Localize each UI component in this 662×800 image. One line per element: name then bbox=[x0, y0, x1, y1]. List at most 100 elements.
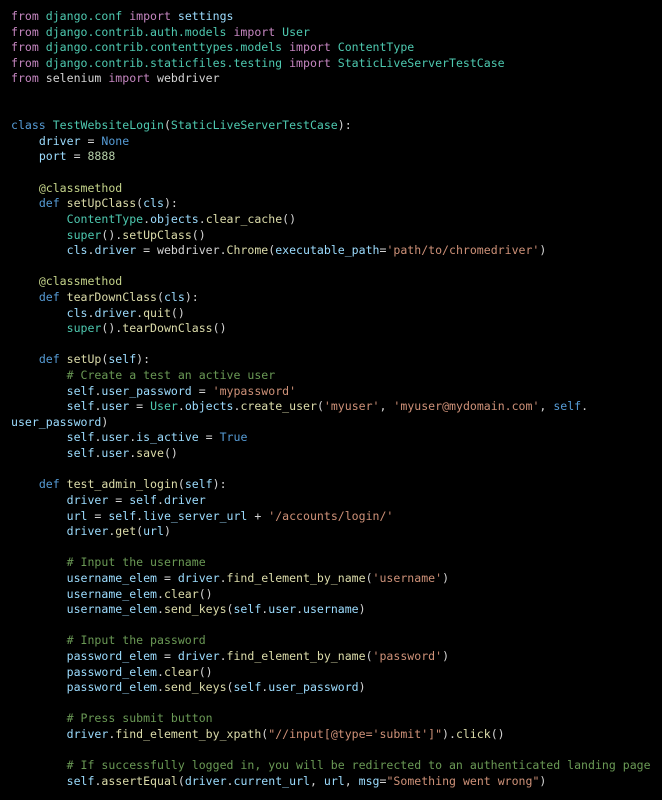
code-token: ) bbox=[163, 524, 171, 539]
code-token: objects bbox=[150, 211, 199, 226]
code-token: StaticLiveServerTestCase bbox=[337, 55, 505, 70]
code-line: driver.find_element_by_xpath("//input[@t… bbox=[11, 727, 651, 743]
code-token: , bbox=[379, 399, 394, 414]
code-token: import bbox=[289, 40, 331, 55]
code-token: cls bbox=[143, 196, 164, 211]
code-line: user_password) bbox=[11, 415, 651, 431]
code-token: self bbox=[108, 508, 137, 523]
code-token: ) bbox=[442, 648, 450, 663]
code-token: () bbox=[212, 321, 227, 336]
code-token: ( bbox=[177, 477, 185, 492]
code-token: . bbox=[157, 586, 164, 601]
code-token: username bbox=[303, 602, 359, 617]
code-token: # Press submit button bbox=[66, 711, 213, 726]
code-token: current_url bbox=[233, 773, 310, 788]
code-token: ContentType bbox=[66, 211, 144, 226]
code-token: ). bbox=[442, 727, 456, 742]
code-line: self.assertEqual(driver.current_url, url… bbox=[11, 774, 651, 790]
code-token: def bbox=[38, 196, 60, 211]
code-token: tearDownClass bbox=[66, 289, 157, 304]
code-token: ( bbox=[316, 399, 324, 414]
code-token: 'myuser' bbox=[323, 399, 380, 414]
code-token: self bbox=[66, 773, 95, 788]
code-token: find_element_by_name bbox=[226, 570, 366, 585]
code-token: User bbox=[150, 399, 178, 414]
code-token: 8888 bbox=[87, 149, 116, 164]
code-token: django.contrib.auth.models bbox=[45, 24, 227, 39]
code-line: password_elem = driver.find_element_by_n… bbox=[11, 649, 651, 665]
code-token: ) bbox=[101, 414, 109, 429]
code-token: = webdriver. bbox=[136, 243, 227, 258]
code-token: driver bbox=[94, 243, 137, 258]
code-token: . bbox=[219, 648, 227, 663]
code-line: # Create a test an active user bbox=[11, 368, 651, 384]
code-token: tearDownClass bbox=[122, 321, 213, 336]
code-token: 'myuser@mydomain.com' bbox=[393, 399, 540, 414]
code-line: # Input the password bbox=[11, 633, 651, 649]
code-token: . bbox=[157, 680, 164, 695]
code-token: , bbox=[309, 773, 324, 788]
code-token: "//input[@type='submit']" bbox=[268, 727, 443, 742]
code-token: get bbox=[115, 524, 137, 539]
code-token: (). bbox=[101, 227, 123, 242]
code-token: super bbox=[66, 227, 102, 242]
code-token: = bbox=[66, 149, 88, 164]
code-token: test_admin_login bbox=[66, 477, 178, 492]
code-token: . bbox=[219, 570, 227, 585]
code-token: def bbox=[38, 477, 60, 492]
code-line: cls.driver.quit() bbox=[11, 306, 651, 322]
code-token: self bbox=[233, 602, 262, 617]
code-token: create_user bbox=[240, 399, 317, 414]
code-token: ( bbox=[177, 773, 185, 788]
code-token: driver bbox=[163, 492, 206, 507]
code-token: user_password bbox=[268, 680, 359, 695]
code-token: clear_cache bbox=[205, 211, 283, 226]
code-token: url bbox=[143, 524, 164, 539]
code-editor[interactable]: from django.conf import settings from dja… bbox=[11, 9, 651, 789]
code-token: password_elem bbox=[66, 680, 157, 695]
code-token: TestWebsiteLogin bbox=[52, 118, 164, 133]
code-token: ): bbox=[136, 352, 151, 367]
code-token: () bbox=[191, 227, 206, 242]
code-token: username_elem bbox=[66, 602, 157, 617]
code-token: setUp bbox=[66, 352, 102, 367]
code-token: driver bbox=[177, 648, 220, 663]
code-line: ContentType.objects.clear_cache() bbox=[11, 212, 651, 228]
code-token: () bbox=[490, 727, 505, 742]
code-token: self bbox=[66, 399, 95, 414]
code-token: assertEqual bbox=[101, 773, 178, 788]
code-token: . bbox=[226, 773, 234, 788]
code-token: click bbox=[455, 727, 491, 742]
code-token: password_elem bbox=[66, 664, 157, 679]
code-token: "Something went wrong" bbox=[386, 773, 540, 788]
code-token: ) bbox=[539, 773, 547, 788]
code-token: + bbox=[247, 508, 269, 523]
code-token: # If successfully logged in, you will be… bbox=[66, 758, 651, 773]
code-token: () bbox=[282, 211, 297, 226]
code-token: ( bbox=[157, 289, 164, 304]
code-token: driver bbox=[66, 727, 109, 742]
code-token: send_keys bbox=[163, 680, 227, 695]
